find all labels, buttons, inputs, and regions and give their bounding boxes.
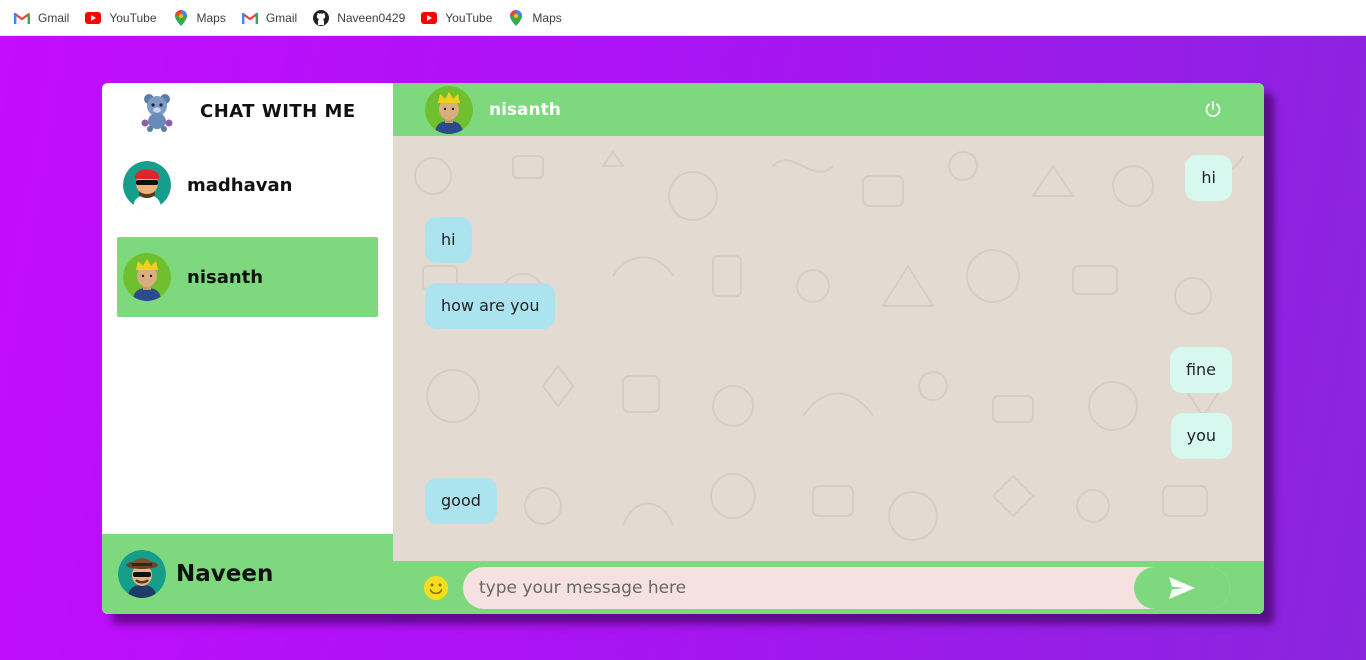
chat-contact-name: nisanth bbox=[489, 99, 561, 120]
bookmark-label: Gmail bbox=[38, 10, 70, 25]
teddy-logo-icon bbox=[141, 94, 173, 132]
send-icon bbox=[1169, 576, 1195, 599]
message-outgoing: hi bbox=[1185, 155, 1232, 201]
gmail-icon bbox=[14, 10, 30, 26]
bookmark-maps[interactable]: Maps bbox=[508, 5, 569, 31]
bookmark-label: Maps bbox=[196, 10, 226, 25]
emoji-icon[interactable] bbox=[423, 575, 449, 601]
bookmark-label: Gmail bbox=[265, 10, 298, 25]
contact-item-madhavan[interactable]: madhavan bbox=[117, 145, 378, 225]
chat-app: CHAT WITH ME madhavan nisanth Naveen nis… bbox=[102, 83, 1264, 614]
bookmark-github[interactable]: Naveen0429 bbox=[313, 5, 413, 31]
contact-item-nisanth[interactable]: nisanth bbox=[117, 237, 378, 317]
github-icon bbox=[313, 9, 330, 26]
message-outgoing: you bbox=[1170, 413, 1232, 459]
message-incoming: how are you bbox=[425, 283, 556, 329]
bookmark-label: Naveen0429 bbox=[337, 10, 406, 25]
contacts-panel: CHAT WITH ME madhavan nisanth Naveen bbox=[102, 83, 393, 614]
current-user-name: Naveen bbox=[176, 561, 274, 587]
chat-panel: nisanth hi hi how are you fine you good … bbox=[393, 83, 1264, 614]
app-title: CHAT WITH ME bbox=[200, 100, 356, 122]
sidebar-header: CHAT WITH ME bbox=[102, 83, 393, 139]
avatar bbox=[123, 253, 171, 301]
message-incoming: hi bbox=[425, 217, 472, 263]
avatar bbox=[123, 161, 171, 209]
bookmark-label: Maps bbox=[532, 10, 562, 25]
youtube-icon bbox=[85, 10, 102, 26]
contact-list: madhavan nisanth bbox=[102, 139, 393, 317]
message-input-wrapper bbox=[463, 566, 1230, 609]
message-incoming: good bbox=[425, 478, 497, 524]
avatar bbox=[425, 85, 473, 134]
maps-icon bbox=[508, 9, 524, 26]
doodle-pattern bbox=[414, 150, 1244, 541]
contact-name: nisanth bbox=[187, 266, 264, 288]
gmail-icon bbox=[241, 10, 258, 26]
message-input[interactable] bbox=[463, 566, 1123, 609]
power-icon[interactable] bbox=[1204, 100, 1222, 118]
bookmark-gmail[interactable]: Gmail bbox=[14, 5, 77, 31]
bookmark-youtube[interactable]: YouTube bbox=[85, 5, 164, 31]
send-button[interactable] bbox=[1134, 566, 1230, 609]
avatar bbox=[118, 550, 166, 598]
bookmark-label: YouTube bbox=[445, 10, 493, 25]
message-area: hi hi how are you fine you good bbox=[393, 136, 1264, 561]
bookmarks-bar: Gmail YouTube Maps Gmail Naveen0429 YouT… bbox=[0, 0, 1366, 36]
message-outgoing: fine bbox=[1169, 347, 1232, 393]
maps-icon bbox=[173, 9, 189, 26]
message-composer bbox=[393, 561, 1264, 614]
contact-name: madhavan bbox=[187, 174, 293, 196]
bookmark-gmail[interactable]: Gmail bbox=[241, 5, 305, 31]
bookmark-label: YouTube bbox=[109, 10, 157, 25]
bookmark-maps[interactable]: Maps bbox=[173, 5, 234, 31]
bookmark-youtube[interactable]: YouTube bbox=[421, 5, 500, 31]
chat-header: nisanth bbox=[393, 83, 1264, 136]
current-user-bar: Naveen bbox=[102, 534, 393, 614]
youtube-icon bbox=[421, 10, 438, 26]
